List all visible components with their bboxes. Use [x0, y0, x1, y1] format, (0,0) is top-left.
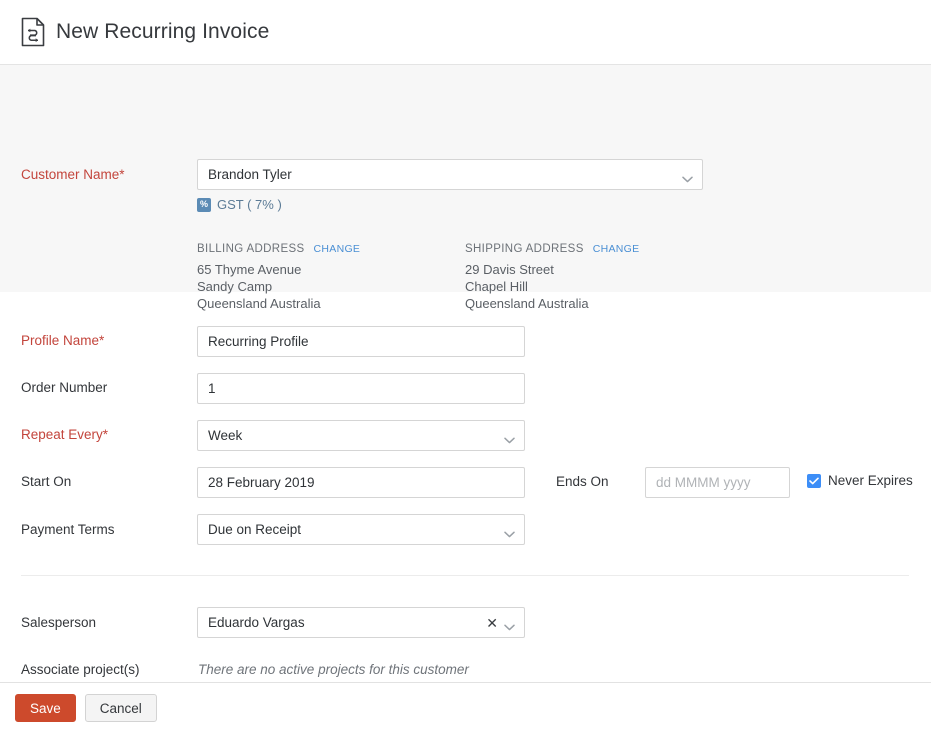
chevron-down-icon[interactable] [504, 619, 515, 626]
chevron-down-icon[interactable] [504, 432, 515, 439]
billing-address-line: Sandy Camp [197, 278, 360, 295]
tax-rate-text: GST ( 7% ) [217, 197, 282, 212]
associate-projects-note: There are no active projects for this cu… [198, 662, 469, 677]
salesperson-label: Salesperson [21, 615, 96, 630]
salesperson-controls: ✕ [486, 616, 515, 630]
chevron-down-icon[interactable] [504, 526, 515, 533]
start-on-label: Start On [21, 474, 71, 489]
ends-on-input[interactable]: dd MMMM yyyy [645, 467, 790, 498]
billing-address-line: 65 Thyme Avenue [197, 261, 360, 278]
page-header: New Recurring Invoice [0, 0, 931, 65]
profile-name-label: Profile Name* [21, 333, 104, 348]
chevron-down-icon[interactable] [682, 171, 693, 178]
profile-name-input[interactable]: Recurring Profile [197, 326, 525, 357]
close-icon[interactable]: ✕ [486, 616, 498, 630]
footer-action-bar: Save Cancel [0, 682, 931, 733]
start-on-input[interactable]: 28 February 2019 [197, 467, 525, 498]
profile-name-label-text: Profile Name [21, 333, 99, 348]
never-expires-checkbox[interactable] [807, 474, 821, 488]
shipping-address-line: Queensland Australia [465, 295, 639, 312]
shipping-address-change-link[interactable]: CHANGE [593, 243, 640, 255]
ends-on-label: Ends On [556, 474, 609, 489]
payment-terms-select[interactable]: Due on Receipt [197, 514, 525, 545]
billing-address-change-link[interactable]: CHANGE [314, 243, 361, 255]
start-on-value: 28 February 2019 [208, 475, 515, 490]
shipping-address-block: SHIPPING ADDRESS CHANGE 29 Davis Street … [465, 243, 639, 312]
repeat-every-value: Week [208, 428, 504, 443]
customer-name-label: Customer Name* [21, 167, 125, 182]
customer-section: Customer Name* Brandon Tyler AUD % GST (… [0, 65, 931, 292]
billing-address-line: Queensland Australia [197, 295, 360, 312]
required-asterisk: * [119, 167, 124, 182]
associate-projects-label: Associate project(s) [21, 662, 140, 677]
tax-rate-row: % GST ( 7% ) [197, 197, 282, 212]
salesperson-select[interactable]: Eduardo Vargas ✕ [197, 607, 525, 638]
payment-terms-label: Payment Terms [21, 522, 115, 537]
recurring-document-icon [20, 17, 46, 47]
required-asterisk: * [103, 427, 108, 442]
billing-address-header: BILLING ADDRESS CHANGE [197, 243, 360, 255]
profile-name-value: Recurring Profile [208, 334, 515, 349]
billing-address-block: BILLING ADDRESS CHANGE 65 Thyme Avenue S… [197, 243, 360, 312]
required-asterisk: * [99, 333, 104, 348]
customer-name-input[interactable]: Brandon Tyler [197, 159, 703, 190]
page-title: New Recurring Invoice [56, 20, 269, 44]
repeat-every-select[interactable]: Week [197, 420, 525, 451]
billing-address-title: BILLING ADDRESS [197, 243, 305, 255]
customer-name-value: Brandon Tyler [208, 167, 682, 182]
repeat-every-label-text: Repeat Every [21, 427, 103, 442]
ends-on-placeholder: dd MMMM yyyy [656, 475, 780, 490]
customer-name-label-text: Customer Name [21, 167, 119, 182]
order-number-input[interactable]: 1 [197, 373, 525, 404]
order-number-label: Order Number [21, 380, 107, 395]
payment-terms-value: Due on Receipt [208, 522, 504, 537]
percent-icon: % [197, 198, 211, 212]
never-expires-label: Never Expires [828, 473, 913, 488]
repeat-every-label: Repeat Every* [21, 427, 108, 442]
salesperson-value: Eduardo Vargas [208, 615, 486, 630]
shipping-address-header: SHIPPING ADDRESS CHANGE [465, 243, 639, 255]
order-number-value: 1 [208, 381, 515, 396]
cancel-button[interactable]: Cancel [85, 694, 157, 722]
never-expires-row[interactable]: Never Expires [807, 473, 913, 488]
section-divider [21, 575, 909, 576]
customer-field-group: Brandon Tyler AUD [197, 159, 283, 190]
shipping-address-line: Chapel Hill [465, 278, 639, 295]
shipping-address-title: SHIPPING ADDRESS [465, 243, 584, 255]
shipping-address-line: 29 Davis Street [465, 261, 639, 278]
save-button[interactable]: Save [15, 694, 76, 722]
